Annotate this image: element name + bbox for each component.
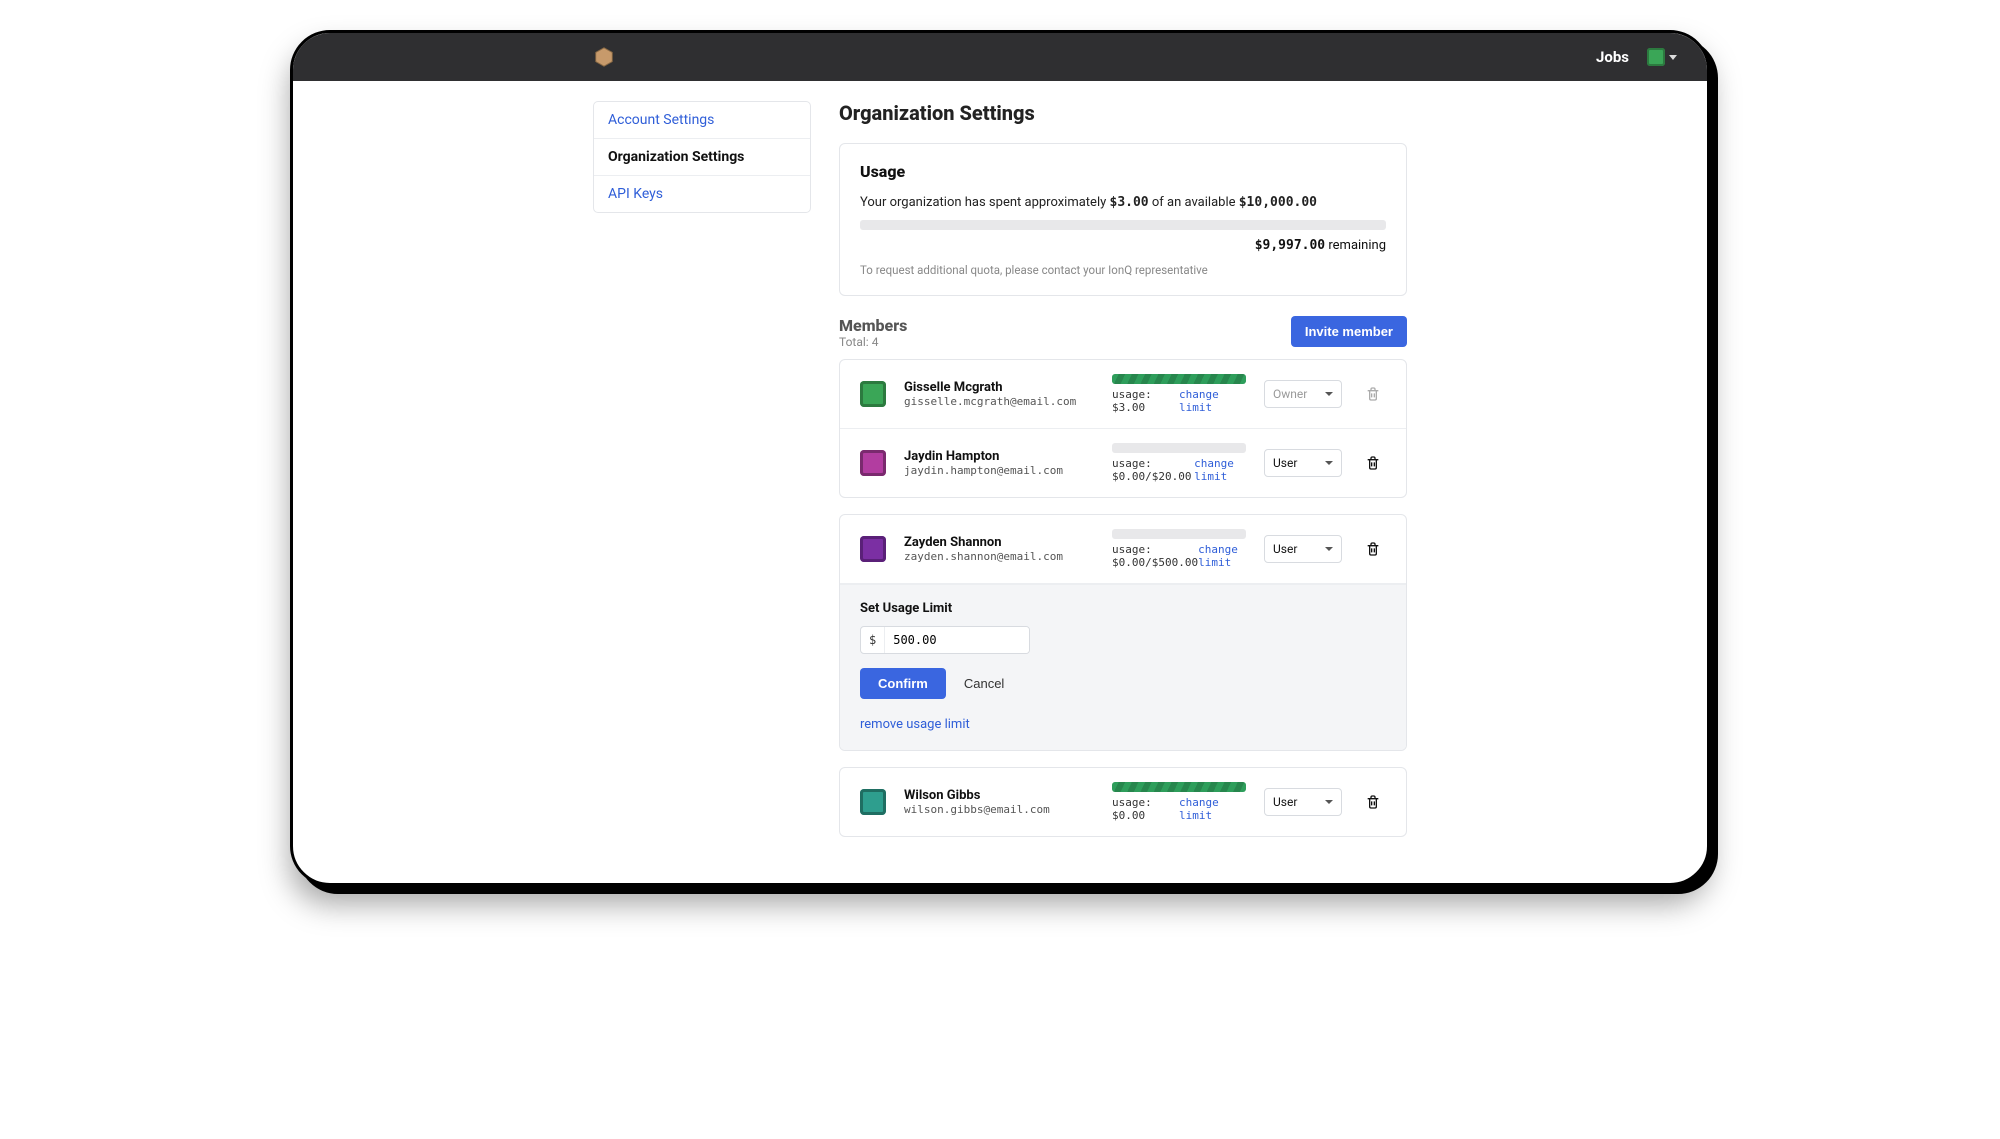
usage-limit-editor: Set Usage Limit $ Confirm Cancel remove … [840, 584, 1406, 750]
members-title: Members [839, 316, 907, 335]
member-avatar-icon [860, 536, 886, 562]
user-menu[interactable] [1647, 48, 1677, 66]
trash-icon [1365, 455, 1381, 471]
usage-sentence-prefix: Your organization has spent approximatel… [860, 195, 1110, 210]
role-select[interactable]: User [1264, 535, 1342, 563]
usage-sentence-mid: of an available [1149, 195, 1239, 210]
usage-card: Usage Your organization has spent approx… [839, 143, 1407, 296]
role-select[interactable]: Owner [1264, 380, 1342, 408]
usage-limit-title: Set Usage Limit [860, 601, 1386, 616]
quota-note: To request additional quota, please cont… [860, 263, 1386, 277]
member-avatar-icon [860, 789, 886, 815]
role-select[interactable]: User [1264, 788, 1342, 816]
members-header: Members Total: 4 Invite member [839, 316, 1407, 349]
org-usage-progress [860, 220, 1386, 230]
trash-icon [1365, 794, 1381, 810]
member-email: zayden.shannon@email.com [904, 550, 1094, 563]
member-name: Wilson Gibbs [904, 788, 1094, 803]
member-name: Zayden Shannon [904, 535, 1094, 550]
chevron-down-icon [1325, 800, 1333, 804]
member-group-top: Gisselle Mcgrath gisselle.mcgrath@email.… [839, 359, 1407, 498]
page-title: Organization Settings [839, 101, 1407, 125]
settings-sidebar: Account Settings Organization Settings A… [593, 101, 811, 213]
change-limit-link[interactable]: change limit [1198, 543, 1246, 569]
delete-member-button [1360, 381, 1386, 407]
usage-remaining: $9,997.00 remaining [860, 238, 1386, 253]
member-usage-progress [1112, 374, 1246, 384]
member-email: gisselle.mcgrath@email.com [904, 395, 1094, 408]
chevron-down-icon [1325, 392, 1333, 396]
role-value: User [1273, 542, 1297, 556]
cancel-button[interactable]: Cancel [952, 668, 1016, 699]
member-row: Gisselle Mcgrath gisselle.mcgrath@email.… [840, 360, 1406, 429]
chevron-down-icon [1325, 547, 1333, 551]
member-card: Wilson Gibbs wilson.gibbs@email.com usag… [839, 767, 1407, 837]
role-select[interactable]: User [1264, 449, 1342, 477]
usage-spent: $3.00 [1110, 195, 1149, 210]
usage-sentence: Your organization has spent approximatel… [860, 195, 1386, 210]
member-usage-text: usage: $0.00 [1112, 796, 1179, 822]
usage-title: Usage [860, 162, 1386, 181]
usage-limit-input-wrap: $ [860, 626, 1030, 654]
member-email: jaydin.hampton@email.com [904, 464, 1094, 477]
usage-available: $10,000.00 [1239, 195, 1317, 210]
confirm-button[interactable]: Confirm [860, 668, 946, 699]
members-total: Total: 4 [839, 335, 907, 349]
nav-jobs[interactable]: Jobs [1596, 48, 1629, 66]
members-total-value: 4 [872, 335, 879, 349]
change-limit-link[interactable]: change limit [1179, 388, 1246, 414]
role-value: User [1273, 795, 1297, 809]
change-limit-link[interactable]: change limit [1179, 796, 1246, 822]
member-email: wilson.gibbs@email.com [904, 803, 1094, 816]
chevron-down-icon [1325, 461, 1333, 465]
sidebar-item-api-keys[interactable]: API Keys [594, 176, 810, 212]
user-avatar-icon [1647, 48, 1665, 66]
delete-member-button[interactable] [1360, 450, 1386, 476]
member-usage-text: usage: $0.00/$500.00 [1112, 543, 1198, 569]
member-usage-progress [1112, 782, 1246, 792]
member-usage-text: usage: $3.00 [1112, 388, 1179, 414]
member-usage-text: usage: $0.00/$20.00 [1112, 457, 1194, 483]
top-nav: Jobs [293, 33, 1707, 81]
delete-member-button[interactable] [1360, 789, 1386, 815]
member-avatar-icon [860, 450, 886, 476]
member-usage-progress [1112, 443, 1246, 453]
member-usage-progress [1112, 529, 1246, 539]
remove-usage-limit-link[interactable]: remove usage limit [860, 717, 970, 732]
member-row: Zayden Shannon zayden.shannon@email.com … [840, 515, 1406, 584]
logo-icon [593, 46, 615, 68]
usage-remaining-suffix: remaining [1325, 238, 1386, 253]
sidebar-item-organization-settings[interactable]: Organization Settings [594, 139, 810, 176]
member-avatar-icon [860, 381, 886, 407]
chevron-down-icon [1669, 55, 1677, 60]
currency-prefix: $ [861, 627, 885, 653]
usage-limit-input[interactable] [885, 627, 1029, 653]
sidebar-item-account-settings[interactable]: Account Settings [594, 102, 810, 139]
change-limit-link[interactable]: change limit [1194, 457, 1246, 483]
member-name: Jaydin Hampton [904, 449, 1094, 464]
invite-member-button[interactable]: Invite member [1291, 316, 1407, 347]
trash-icon [1365, 541, 1381, 557]
role-value: Owner [1273, 387, 1307, 401]
role-value: User [1273, 456, 1297, 470]
trash-icon [1365, 386, 1381, 402]
member-row: Wilson Gibbs wilson.gibbs@email.com usag… [840, 768, 1406, 836]
main-content: Organization Settings Usage Your organiz… [839, 101, 1407, 843]
delete-member-button[interactable] [1360, 536, 1386, 562]
members-total-label: Total: [839, 335, 872, 349]
app-window: Jobs Account Settings Organization Setti… [290, 30, 1710, 886]
member-card-expanded: Zayden Shannon zayden.shannon@email.com … [839, 514, 1407, 751]
member-name: Gisselle Mcgrath [904, 380, 1094, 395]
page-body: Account Settings Organization Settings A… [293, 81, 1707, 843]
usage-remaining-amount: $9,997.00 [1255, 238, 1325, 253]
member-row: Jaydin Hampton jaydin.hampton@email.com … [840, 429, 1406, 497]
